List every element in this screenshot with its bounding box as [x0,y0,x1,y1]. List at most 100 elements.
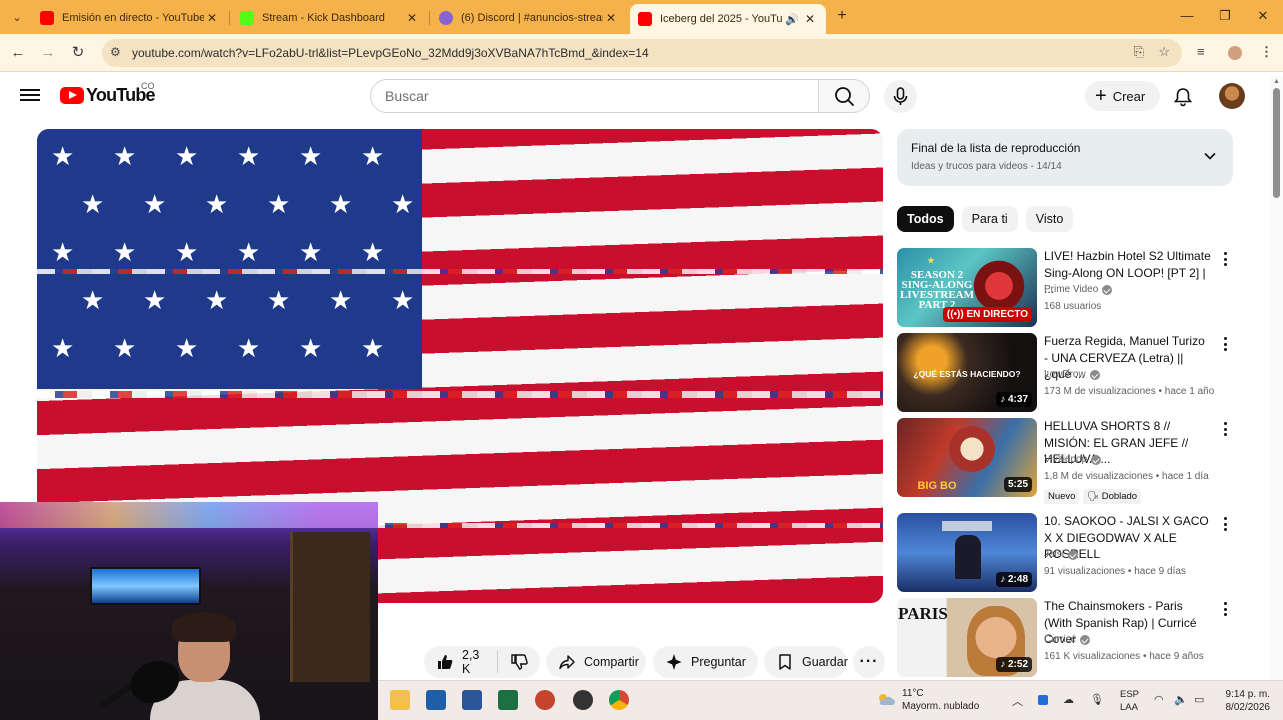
chip-todos[interactable]: Todos [897,206,954,232]
recommendation-item[interactable]: ¿QUÉ ESTÁS HACIENDO? ♪ 4:37 Fuerza Regid… [897,333,1233,413]
more-options-icon[interactable] [1223,422,1229,438]
volume-icon[interactable]: 🔈 [1174,693,1188,706]
profile-icon[interactable] [1228,46,1242,60]
tab-kick-dashboard[interactable]: Stream - Kick Dashboard ✕ [232,4,428,32]
url-text[interactable]: youtube.com/watch?v=LFo2abU-trl&list=PLe… [132,46,649,60]
channel-name[interactable]: Vivziepop [1044,454,1102,465]
wifi-icon[interactable]: ◠ [1154,693,1164,706]
channel-name[interactable]: Curricé [1044,634,1091,645]
restore-window-icon[interactable]: ❐ [1215,8,1235,24]
create-button[interactable]: + Crear [1085,81,1160,111]
recommendation-item[interactable]: ♪ 2:48 10. SAOKOO - JALSI X GACO X X DIE… [897,513,1233,593]
recommendation-item[interactable]: PARIS ♪ 2:52 The Chainsmokers - Paris (W… [897,598,1233,678]
more-options-icon[interactable] [1223,602,1229,618]
flag-star: ★ [81,285,105,315]
chip-para-ti[interactable]: Para ti [961,206,1018,232]
file-explorer-icon[interactable] [390,690,410,710]
minimize-window-icon[interactable]: — [1177,8,1197,23]
thumbs-up-icon[interactable] [436,653,454,671]
channel-name[interactable]: Prime Video [1044,284,1113,295]
flag-star: ★ [267,189,291,219]
battery-icon[interactable]: ▭ [1194,693,1204,706]
more-options-icon[interactable] [1223,337,1229,353]
share-button[interactable]: Compartir [546,646,646,678]
discord-favicon-icon [439,11,453,25]
browser-menu-icon[interactable]: ⋮ [1260,44,1273,60]
notifications-bell-icon[interactable] [1172,86,1194,108]
channel-name[interactable]: Jalsi [1044,549,1079,560]
system-clock[interactable]: 9:14 p. m. 8/02/2026 [1220,688,1271,714]
more-options-icon[interactable] [1223,517,1229,533]
chrome-icon[interactable] [609,690,629,710]
channel-name[interactable]: LowDrow [1044,369,1100,380]
bookmark-star-icon[interactable]: ☆ [1158,44,1170,60]
page-scrollbar[interactable]: ▲ [1270,76,1283,680]
verified-icon [1080,634,1091,645]
like-count[interactable]: 2,3 K [462,648,485,676]
recommendation-item[interactable]: ★ SEASON 2 SING-ALONG LIVESTREAM PART 2 … [897,248,1233,328]
onedrive-icon[interactable]: ☁ [1063,693,1074,706]
powerpoint-icon[interactable] [535,690,555,710]
tab-iceberg-youtube[interactable]: Iceberg del 2025 - YouTube 🔊 ✕ [630,4,826,34]
chevron-down-icon[interactable] [1203,149,1217,163]
flag-star: ★ [299,141,323,171]
recommendation-item[interactable]: BIG BO 5:25 HELLUVA SHORTS 8 // MISIÓN: … [897,418,1233,504]
audio-playing-icon[interactable]: 🔊 [782,13,802,26]
close-tab-icon[interactable]: ✕ [603,11,619,25]
media-controls-icon[interactable]: ≡ [1197,44,1205,59]
video-meta: 161 K visualizaciones • hace 9 años [1044,651,1204,662]
video-thumbnail[interactable]: PARIS ♪ 2:52 [897,598,1037,677]
close-window-icon[interactable]: ✕ [1253,8,1273,24]
store-icon[interactable] [426,690,446,710]
tab-discord[interactable]: (6) Discord | #anuncios-stream ✕ [431,4,627,32]
voice-search-button[interactable] [884,80,917,113]
forward-icon[interactable]: → [38,43,58,63]
account-avatar[interactable] [1219,83,1245,109]
flag-star: ★ [205,285,229,315]
close-tab-icon[interactable]: ✕ [802,12,818,26]
back-icon[interactable]: ← [8,43,28,63]
temperature[interactable]: 11°C [902,688,924,699]
input-language[interactable]: ESP LAA [1120,688,1139,714]
search-input[interactable] [385,88,805,104]
video-thumbnail[interactable]: BIG BO 5:25 [897,418,1037,497]
tray-app-icon[interactable] [1038,695,1048,705]
search-button[interactable] [818,79,870,113]
new-tab-icon[interactable]: + [832,6,852,26]
duration-badge: ♪ 4:37 [996,392,1032,407]
ask-button[interactable]: Preguntar [653,646,758,678]
scroll-up-icon[interactable]: ▲ [1273,78,1280,85]
guide-menu-icon[interactable] [20,86,40,106]
sparkle-icon [666,654,682,670]
site-info-icon[interactable]: ⚙ [110,45,121,59]
tray-overflow-icon[interactable]: ︿ [1012,693,1023,709]
video-thumbnail[interactable]: ★ SEASON 2 SING-ALONG LIVESTREAM PART 2 … [897,248,1037,327]
address-bar[interactable]: ⚙ youtube.com/watch?v=LFo2abU-trl&list=P… [102,39,1182,67]
tray-mic-icon[interactable]: 🎙 [1090,693,1104,706]
flag-star: ★ [143,285,167,315]
flag-star: ★ [113,237,137,267]
word-icon[interactable] [462,690,482,710]
save-button[interactable]: Guardar [764,646,848,678]
thumbs-down-icon[interactable] [510,653,528,671]
close-tab-icon[interactable]: ✕ [204,11,220,25]
more-actions-icon[interactable]: ··· [853,646,885,678]
tab-search-icon[interactable]: ⌄ [6,6,28,28]
more-options-icon[interactable] [1223,252,1229,268]
search-box [370,79,818,113]
tab-youtube-studio[interactable]: Emisión en directo - YouTube S ✕ [32,4,228,32]
video-thumbnail[interactable]: ¿QUÉ ESTÁS HACIENDO? ♪ 4:37 [897,333,1037,412]
excel-icon[interactable] [498,690,518,710]
youtube-logo[interactable]: YouTube CO [60,81,156,106]
video-thumbnail[interactable]: ♪ 2:48 [897,513,1037,592]
scroll-thumb[interactable] [1273,88,1280,198]
video-meta: 168 usuarios [1044,301,1102,312]
weather-description[interactable]: Mayorm. nublado [902,701,979,712]
obs-icon[interactable] [573,690,593,710]
close-tab-icon[interactable]: ✕ [404,11,420,25]
bookmark-icon [779,654,791,670]
install-app-icon[interactable]: ⎘ [1134,44,1144,60]
playlist-panel[interactable]: Final de la lista de reproducción Ideas … [897,129,1233,186]
reload-icon[interactable]: ↻ [68,43,88,63]
chip-visto[interactable]: Visto [1025,206,1074,232]
